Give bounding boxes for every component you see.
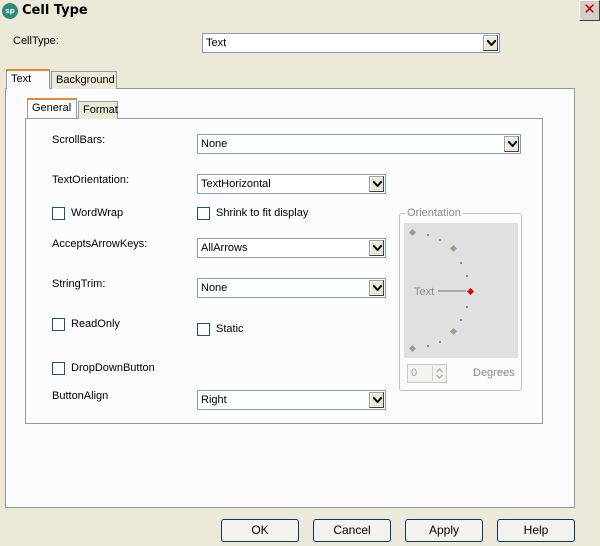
spinner-arrows-icon[interactable] [432, 366, 445, 381]
apply-button[interactable]: Apply [405, 519, 483, 542]
tab-format-label: Format [83, 104, 118, 116]
readonly-label: ReadOnly [71, 318, 120, 330]
readonly-checkbox[interactable] [52, 318, 65, 331]
celltype-select[interactable]: Text [202, 33, 500, 53]
orientation-text-label: Text [414, 286, 434, 298]
tab-format[interactable]: Format [78, 101, 118, 119]
close-button[interactable]: ✕ [579, 0, 600, 21]
wordwrap-checkbox[interactable] [52, 207, 65, 220]
tab-text[interactable]: Text [6, 69, 50, 89]
shrink-checkbox[interactable] [197, 207, 210, 220]
chevron-down-icon[interactable] [483, 35, 498, 51]
tab-background-label: Background [56, 74, 115, 86]
orientation-dial[interactable]: Text [404, 223, 518, 358]
scrollbars-value: None [201, 138, 228, 150]
chevron-down-icon[interactable] [369, 392, 384, 408]
orientation-dial-icon: Text [408, 228, 475, 353]
degrees-spinner[interactable]: 0 [407, 364, 447, 383]
app-icon: sp [2, 3, 18, 19]
tab-background[interactable]: Background [51, 71, 117, 89]
chevron-down-icon[interactable] [504, 136, 519, 152]
textorientation-label: TextOrientation: [52, 174, 130, 186]
cancel-button[interactable]: Cancel [313, 519, 391, 542]
stringtrim-label: StringTrim: [52, 278, 106, 290]
wordwrap-label: WordWrap [71, 207, 124, 219]
static-checkbox[interactable] [197, 323, 210, 336]
shrink-label: Shrink to fit display [216, 207, 309, 219]
tab-general-label: General [32, 102, 72, 114]
dropdownbutton-checkbox[interactable] [52, 362, 65, 375]
close-icon: ✕ [583, 1, 596, 18]
tab-general[interactable]: General [27, 98, 77, 118]
acceptsarrowkeys-select[interactable]: AllArrows [197, 238, 386, 258]
orientation-group-label: Orientation [405, 207, 463, 219]
chevron-down-icon[interactable] [369, 240, 384, 256]
tab-text-label: Text [11, 73, 32, 85]
buttonalign-select[interactable]: Right [197, 390, 386, 410]
buttonalign-label: ButtonAlign [52, 390, 109, 402]
textorientation-value: TextHorizontal [201, 178, 271, 190]
buttonalign-value: Right [201, 394, 227, 406]
dropdownbutton-label: DropDownButton [71, 362, 155, 374]
acceptsarrowkeys-label: AcceptsArrowKeys: [52, 238, 148, 250]
chevron-down-icon[interactable] [369, 176, 384, 192]
static-label: Static [216, 323, 244, 335]
stringtrim-value: None [201, 282, 228, 294]
scrollbars-label: ScrollBars: [52, 134, 106, 146]
ok-button[interactable]: OK [221, 519, 299, 542]
window-title: Cell Type [22, 3, 88, 18]
degrees-value: 0 [411, 367, 418, 379]
celltype-label: CellType: [13, 35, 59, 47]
acceptsarrowkeys-value: AllArrows [201, 242, 248, 254]
title-bar [0, 0, 600, 22]
chevron-down-icon[interactable] [369, 280, 384, 296]
scrollbars-select[interactable]: None [197, 134, 521, 154]
stringtrim-select[interactable]: None [197, 278, 386, 298]
help-button[interactable]: Help [497, 519, 575, 542]
textorientation-select[interactable]: TextHorizontal [197, 174, 386, 194]
degrees-label: Degrees [473, 367, 515, 379]
celltype-value: Text [206, 37, 227, 49]
